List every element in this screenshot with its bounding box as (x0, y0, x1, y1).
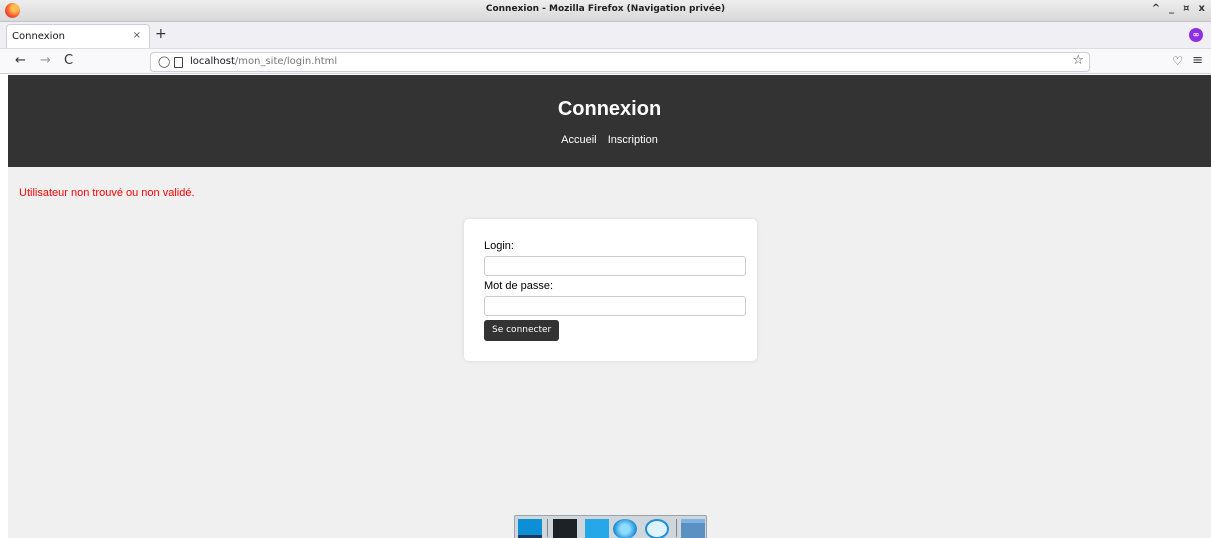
tracking-shield-icon[interactable]: ◯ (158, 55, 170, 68)
error-message: Utilisateur non trouvé ou non validé. (19, 187, 195, 199)
tab-close-icon[interactable]: × (133, 30, 141, 41)
back-button[interactable]: ← (15, 53, 26, 69)
window-title: Connexion - Mozilla Firefox (Navigation … (485, 4, 726, 14)
pocket-icon[interactable]: ♡ (1172, 54, 1183, 68)
browser-icon[interactable] (613, 519, 637, 538)
page-info-icon[interactable] (174, 57, 183, 68)
bookmark-star-icon[interactable]: ☆ (1072, 53, 1084, 68)
window-close-button[interactable]: x (1199, 3, 1205, 14)
tab-strip: Connexion × + ∞ (0, 22, 1211, 48)
dock-separator (676, 519, 677, 537)
login-submit-button[interactable]: Se connecter (484, 320, 560, 341)
password-label: Mot de passe: (484, 280, 554, 292)
login-label: Login: (484, 240, 514, 252)
app-menu-button[interactable]: ≡ (1192, 53, 1203, 68)
nav-link-accueil[interactable]: Accueil (561, 134, 596, 146)
window-minimize-button[interactable]: _ (1169, 3, 1174, 14)
window-maximize-button[interactable]: ¤ (1183, 3, 1189, 14)
password-input[interactable] (484, 296, 746, 316)
window-shade-button[interactable]: ^ (1152, 3, 1160, 14)
desktop-dock (514, 515, 707, 538)
url-host: localhost (190, 56, 235, 67)
url-bar[interactable]: ◯ localhost/mon_site/login.html ☆ (150, 52, 1090, 72)
tab-label: Connexion (12, 31, 65, 42)
reload-button[interactable]: C (64, 53, 73, 69)
dock-separator (547, 519, 548, 537)
terminal-icon[interactable] (553, 519, 577, 538)
forward-button[interactable]: → (40, 53, 51, 69)
new-tab-button[interactable]: + (155, 26, 167, 42)
search-icon[interactable] (645, 519, 669, 538)
folder-icon[interactable] (681, 519, 705, 538)
url-path: /mon_site/login.html (234, 56, 338, 67)
nav-link-inscription[interactable]: Inscription (608, 134, 658, 146)
site-header: Connexion Accueil Inscription (8, 75, 1211, 167)
navigation-toolbar: ← → C ◯ localhost/mon_site/login.html ☆ … (0, 48, 1211, 74)
tab-connexion[interactable]: Connexion × (6, 24, 150, 48)
login-form: Login: Mot de passe: Se connecter (464, 219, 757, 361)
window-titlebar: Connexion - Mozilla Firefox (Navigation … (0, 0, 1211, 22)
page-title: Connexion (557, 98, 662, 120)
url-text[interactable]: localhost/mon_site/login.html (190, 56, 337, 67)
page-content: Connexion Accueil Inscription Utilisateu… (8, 75, 1211, 538)
window-controls: ^ _ ¤ x (1152, 3, 1205, 14)
desktop-icon[interactable] (518, 519, 542, 538)
site-nav: Accueil Inscription (8, 134, 1211, 146)
file-manager-icon[interactable] (585, 519, 609, 538)
login-input[interactable] (484, 256, 746, 276)
private-browsing-icon: ∞ (1189, 28, 1203, 42)
